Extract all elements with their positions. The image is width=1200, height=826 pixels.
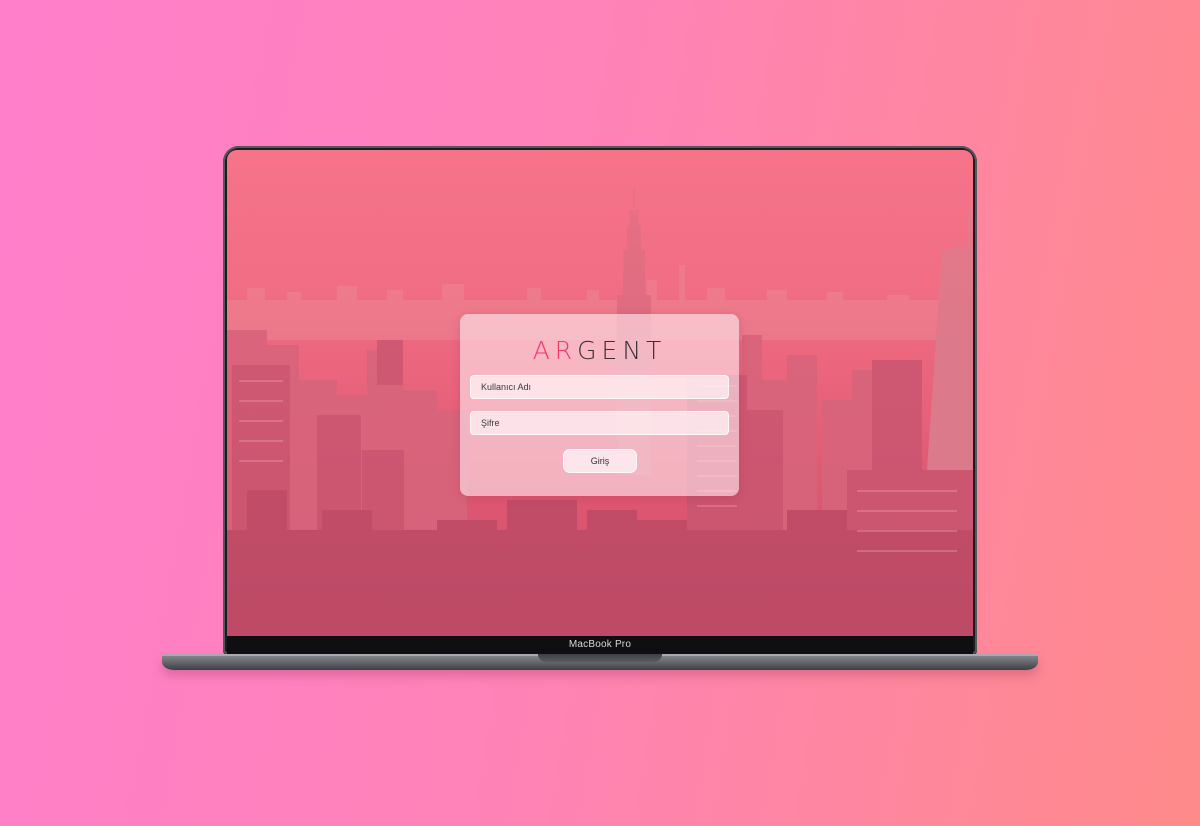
laptop-bezel-bottom: MacBook Pro: [227, 636, 973, 654]
login-button[interactable]: Giriş: [563, 449, 637, 473]
login-card: ARGENT Giriş: [460, 314, 739, 496]
username-input[interactable]: [470, 375, 729, 399]
laptop-opening-notch: [538, 654, 662, 662]
password-input[interactable]: [470, 411, 729, 435]
logo-rest-text: GENT: [577, 336, 667, 365]
device-label: MacBook Pro: [568, 639, 632, 650]
laptop-screen: ARGENT Giriş: [227, 150, 973, 636]
argent-logo: ARGENT: [460, 336, 739, 366]
logo-accent-text: AR: [532, 336, 578, 365]
